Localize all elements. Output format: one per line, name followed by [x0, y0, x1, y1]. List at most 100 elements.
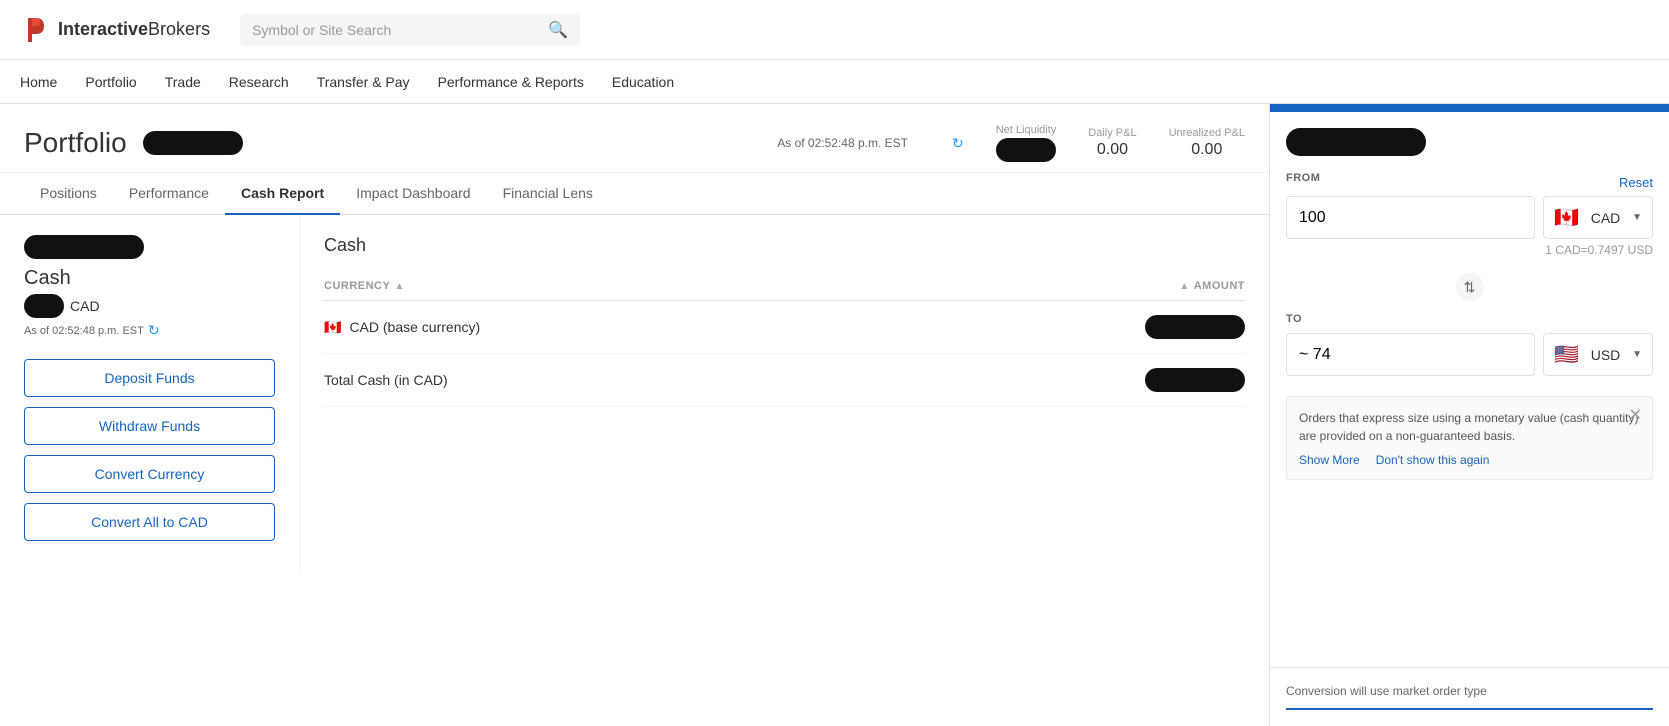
- info-box-close-icon[interactable]: ✕: [1629, 405, 1642, 425]
- convert-currency-button[interactable]: Convert Currency: [24, 455, 275, 493]
- cad-amount-redacted: [1145, 315, 1245, 339]
- cash-table-title: Cash: [324, 235, 1245, 256]
- daily-pl-label: Daily P&L: [1088, 127, 1136, 139]
- nav-trade[interactable]: Trade: [165, 60, 201, 104]
- swap-row: ⇅: [1286, 273, 1653, 301]
- to-currency-select[interactable]: 🇺🇸 USD ▼: [1543, 333, 1653, 376]
- currency-row: CAD: [24, 294, 275, 318]
- refresh-icon[interactable]: ↻: [952, 135, 964, 152]
- deposit-funds-button[interactable]: Deposit Funds: [24, 359, 275, 397]
- net-liquidity-value: [996, 138, 1057, 162]
- converter-sidebar: FROM Reset 🇨🇦 CAD ▼ 1 CAD=0.7497 USD ⇅ T…: [1269, 104, 1669, 726]
- daily-pl-stat: Daily P&L 0.00: [1088, 127, 1136, 159]
- search-bar[interactable]: 🔍: [240, 14, 580, 46]
- info-box: ✕ Orders that express size using a monet…: [1286, 396, 1653, 480]
- converter-footer: Conversion will use market order type: [1270, 667, 1669, 726]
- top-bar: InteractiveBrokers 🔍: [0, 0, 1669, 60]
- tab-cash-report[interactable]: Cash Report: [225, 173, 340, 215]
- from-row: FROM Reset: [1286, 172, 1653, 192]
- currency-cell-total: Total Cash (in CAD): [324, 372, 1045, 388]
- logo-text: InteractiveBrokers: [58, 19, 210, 40]
- logo-icon: [20, 14, 52, 46]
- currency-cell-cad: 🇨🇦 CAD (base currency): [324, 319, 1045, 336]
- swap-icon[interactable]: ⇅: [1456, 273, 1484, 301]
- amount-sort-icon[interactable]: ▲: [1179, 281, 1189, 292]
- daily-pl-value: 0.00: [1088, 141, 1136, 159]
- portfolio-title-area: Portfolio: [24, 127, 777, 159]
- footer-divider: [1286, 708, 1653, 710]
- page-layout: Portfolio As of 02:52:48 p.m. EST ↻ Net …: [0, 104, 1669, 726]
- from-currency-select[interactable]: 🇨🇦 CAD ▼: [1543, 196, 1653, 239]
- unrealized-pl-label: Unrealized P&L: [1169, 127, 1245, 139]
- from-flag: 🇨🇦: [1554, 205, 1579, 230]
- cad-flag: 🇨🇦: [324, 319, 341, 336]
- nav-portfolio[interactable]: Portfolio: [85, 60, 136, 104]
- portfolio-header: Portfolio As of 02:52:48 p.m. EST ↻ Net …: [0, 104, 1269, 173]
- tab-financial-lens[interactable]: Financial Lens: [487, 173, 609, 215]
- convert-all-to-cad-button[interactable]: Convert All to CAD: [24, 503, 275, 541]
- table-row: Total Cash (in CAD): [324, 354, 1245, 407]
- amount-column-header: ▲ AMOUNT: [1045, 280, 1245, 292]
- reset-link[interactable]: Reset: [1619, 175, 1653, 190]
- cad-label: CAD (base currency): [349, 319, 480, 335]
- left-panel: Cash CAD As of 02:52:48 p.m. EST ↻ Depos…: [0, 215, 300, 571]
- amount-cell-cad: [1045, 315, 1245, 339]
- info-box-links: Show More Don't show this again: [1299, 453, 1640, 467]
- to-flag: 🇺🇸: [1554, 342, 1579, 367]
- to-amount-input[interactable]: [1286, 333, 1535, 376]
- tab-impact-dashboard[interactable]: Impact Dashboard: [340, 173, 486, 215]
- withdraw-funds-button[interactable]: Withdraw Funds: [24, 407, 275, 445]
- cash-timestamp: As of 02:52:48 p.m. EST ↻: [24, 322, 275, 339]
- table-row: 🇨🇦 CAD (base currency): [324, 301, 1245, 354]
- from-chevron-icon: ▼: [1632, 212, 1642, 223]
- search-input[interactable]: [252, 22, 548, 38]
- amount-cell-total: [1045, 368, 1245, 392]
- right-panel: Cash CURRENCY ▲ ▲ AMOUNT 🇨🇦 CAD (b: [300, 215, 1269, 571]
- total-label: Total Cash (in CAD): [324, 372, 448, 388]
- net-liquidity-stat: Net Liquidity: [996, 124, 1057, 162]
- portfolio-timestamp: As of 02:52:48 p.m. EST: [777, 136, 908, 150]
- logo-area: InteractiveBrokers: [20, 14, 210, 46]
- nav-research[interactable]: Research: [229, 60, 289, 104]
- tab-performance[interactable]: Performance: [113, 173, 225, 215]
- converter-content: FROM Reset 🇨🇦 CAD ▼ 1 CAD=0.7497 USD ⇅ T…: [1270, 112, 1669, 667]
- to-input-row: 🇺🇸 USD ▼: [1286, 333, 1653, 376]
- show-more-link[interactable]: Show More: [1299, 453, 1360, 467]
- main-content: Portfolio As of 02:52:48 p.m. EST ↻ Net …: [0, 104, 1269, 726]
- info-box-text: Orders that express size using a monetar…: [1299, 409, 1640, 445]
- unrealized-pl-value: 0.00: [1169, 141, 1245, 159]
- currency-column-header: CURRENCY ▲: [324, 280, 1045, 292]
- converter-account-redacted: [1286, 128, 1426, 156]
- page-title: Portfolio: [24, 127, 127, 159]
- to-chevron-icon: ▼: [1632, 349, 1642, 360]
- from-input-row: 🇨🇦 CAD ▼: [1286, 196, 1653, 239]
- tabs-bar: Positions Performance Cash Report Impact…: [0, 173, 1269, 215]
- cash-refresh-icon[interactable]: ↻: [148, 322, 160, 339]
- to-label: TO: [1286, 313, 1653, 325]
- tab-positions[interactable]: Positions: [24, 173, 113, 215]
- account-redacted: [143, 131, 243, 155]
- to-currency-code: USD: [1591, 347, 1621, 363]
- cash-section-title: Cash: [24, 267, 275, 290]
- from-currency-code: CAD: [1591, 210, 1621, 226]
- balance-redacted: [24, 294, 64, 318]
- search-icon: 🔍: [548, 20, 568, 40]
- account-bar-pill: [24, 235, 144, 259]
- dont-show-link[interactable]: Don't show this again: [1376, 453, 1490, 467]
- portfolio-stats: As of 02:52:48 p.m. EST ↻ Net Liquidity …: [777, 124, 1245, 162]
- from-amount-input[interactable]: [1286, 196, 1535, 239]
- content-area: Cash CAD As of 02:52:48 p.m. EST ↻ Depos…: [0, 215, 1269, 571]
- nav-performance[interactable]: Performance & Reports: [438, 60, 584, 104]
- from-label: FROM: [1286, 172, 1320, 184]
- total-amount-redacted: [1145, 368, 1245, 392]
- currency-code: CAD: [70, 298, 100, 314]
- nav-education[interactable]: Education: [612, 60, 674, 104]
- nav-transfer[interactable]: Transfer & Pay: [317, 60, 410, 104]
- net-liquidity-label: Net Liquidity: [996, 124, 1057, 136]
- net-liquidity-redacted: [996, 138, 1056, 162]
- converter-top-bar: [1270, 104, 1669, 112]
- footer-text: Conversion will use market order type: [1286, 684, 1487, 698]
- nav-home[interactable]: Home: [20, 60, 57, 104]
- unrealized-pl-stat: Unrealized P&L 0.00: [1169, 127, 1245, 159]
- currency-sort-icon[interactable]: ▲: [394, 281, 404, 292]
